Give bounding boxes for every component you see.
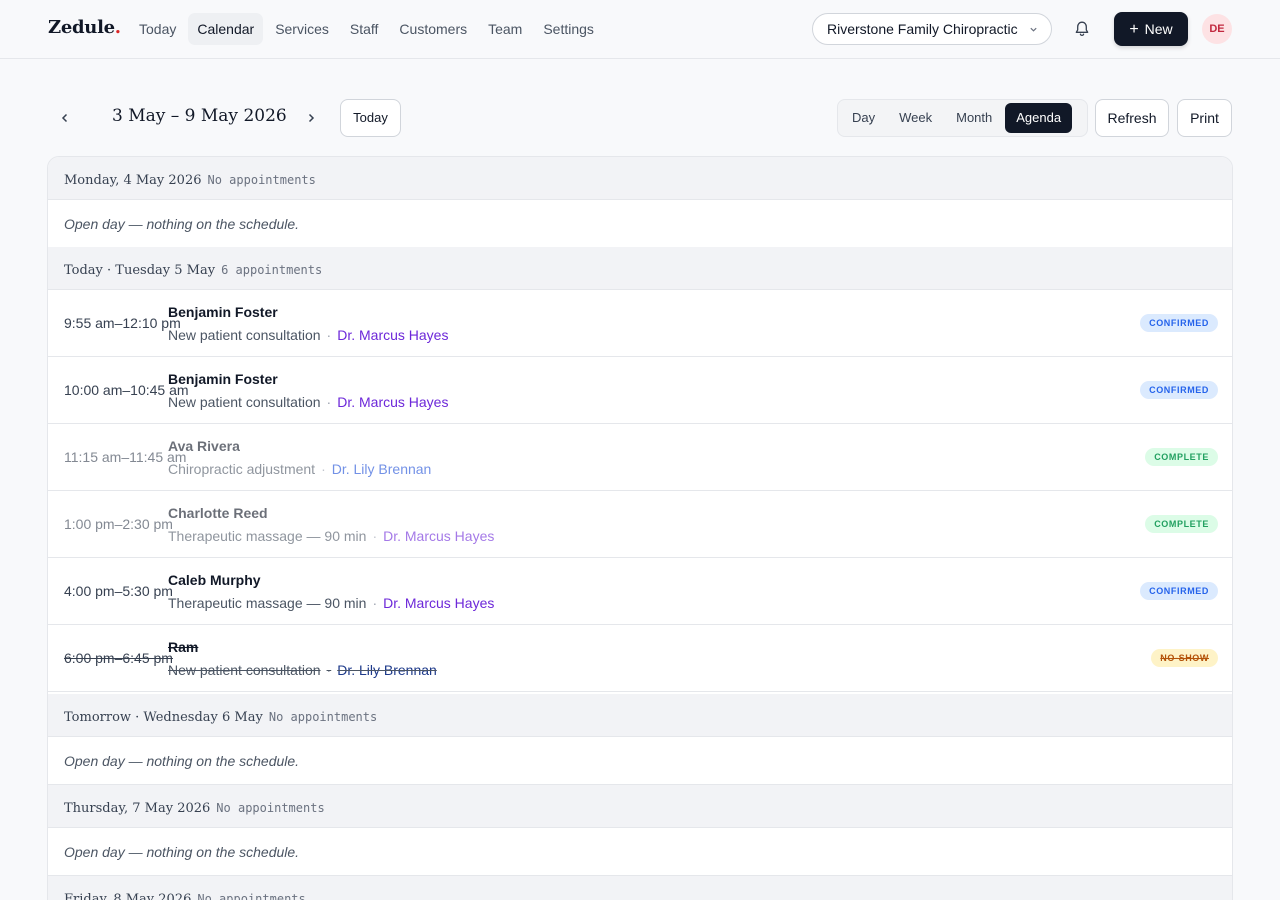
service-line: New patient consultation · Dr. Marcus Haye… [168, 394, 448, 410]
business-name: Riverstone Family Chiropractic [827, 21, 1018, 37]
top-navigation: Zedule. Today Calendar Services Staff Cu… [0, 0, 1280, 59]
staff-name: Dr. Marcus Hayes [337, 394, 449, 410]
appointment-time: 6:00 pm–6:45 pm [64, 650, 173, 666]
agenda-list: Monday, 4 May 2026 No appointments Open d… [47, 156, 1233, 900]
service-name: Therapeutic massage — 90 min [168, 595, 367, 611]
status-badge: CONFIRMED [1140, 314, 1218, 332]
day-title: Thursday, 7 May 2026 [64, 801, 211, 816]
service-line: New patient consultation · Dr. Lily Brenna… [168, 662, 437, 678]
staff-name: Dr. Marcus Hayes [383, 595, 495, 611]
refresh-button[interactable]: Refresh [1095, 99, 1169, 137]
customer-name: Benjamin Foster [168, 304, 278, 320]
service-name: Therapeutic massage — 90 min [168, 528, 367, 544]
staff-name: Dr. Marcus Hayes [383, 528, 495, 544]
status-badge: COMPLETE [1145, 448, 1218, 466]
status-badge: CONFIRMED [1140, 381, 1218, 399]
nav-services[interactable]: Services [266, 13, 338, 45]
appointment-time: 1:00 pm–2:30 pm [64, 516, 173, 532]
chevron-left-icon [61, 113, 68, 122]
staff-name: Dr. Marcus Hayes [337, 327, 449, 343]
nav-settings[interactable]: Settings [534, 13, 603, 45]
service-name: New patient consultation [168, 662, 321, 678]
appointment-row[interactable]: 10:00 am–10:45 am Benjamin Foster New pa… [48, 357, 1232, 424]
app-logo[interactable]: Zedule. [48, 17, 121, 38]
new-button[interactable]: + New [1114, 12, 1188, 46]
customer-name: Benjamin Foster [168, 371, 278, 387]
appointment-row[interactable]: 4:00 pm–5:30 pm Caleb Murphy Therapeutic… [48, 558, 1232, 625]
day-count: No appointments [207, 173, 316, 187]
service-name: Chiropractic adjustment [168, 461, 316, 477]
status-badge: NO-SHOW [1151, 649, 1218, 667]
nav-customers[interactable]: Customers [390, 13, 476, 45]
day-header: Today · Tuesday 5 May 6 appointments [48, 247, 1232, 290]
nav-team[interactable]: Team [479, 13, 531, 45]
empty-day-message: Open day — nothing on the schedule. [48, 200, 1232, 248]
business-selector[interactable]: Riverstone Family Chiropractic [812, 13, 1052, 45]
appointment-time: 10:00 am–10:45 am [64, 382, 189, 398]
nav-today[interactable]: Today [130, 13, 185, 45]
day-count: No appointments [268, 710, 378, 724]
appointment-row[interactable]: 11:15 am–11:45 am Ava Rivera Chiropracti… [48, 424, 1232, 491]
service-line: New patient consultation · Dr. Marcus Haye… [168, 327, 448, 343]
customer-name: Charlotte Reed [168, 505, 268, 521]
appointment-time: 4:00 pm–5:30 pm [64, 583, 173, 599]
prev-week-button[interactable] [48, 101, 82, 135]
new-button-label: New [1144, 21, 1173, 37]
empty-day-message: Open day — nothing on the schedule. [48, 828, 1232, 876]
separator: · [326, 394, 332, 410]
staff-name: Dr. Lily Brennan [337, 662, 437, 678]
day-header: Thursday, 7 May 2026 No appointments [48, 785, 1232, 828]
day-count: No appointments [197, 892, 306, 900]
nav-calendar[interactable]: Calendar [188, 13, 264, 45]
customer-name: Ava Rivera [168, 438, 240, 454]
day-title: Today · Tuesday 5 May [64, 263, 216, 278]
view-month[interactable]: Month [945, 103, 1003, 133]
separator: · [326, 662, 332, 678]
avatar[interactable]: DE [1202, 14, 1232, 44]
day-title: Monday, 4 May 2026 [64, 173, 202, 188]
day-title: Tomorrow · Wednesday 6 May [64, 710, 263, 725]
day-count: No appointments [216, 801, 325, 815]
separator: · [372, 528, 378, 544]
customer-name: Ram [168, 639, 199, 655]
view-day[interactable]: Day [841, 103, 886, 133]
chevron-right-icon [308, 113, 315, 122]
nav-staff[interactable]: Staff [341, 13, 388, 45]
service-name: New patient consultation [168, 327, 321, 343]
date-range-title: 3 May – 9 May 2026 [112, 106, 287, 126]
status-badge: COMPLETE [1145, 515, 1218, 533]
separator: · [372, 595, 378, 611]
view-agenda[interactable]: Agenda [1005, 103, 1073, 133]
bell-icon[interactable] [1072, 19, 1092, 39]
service-line: Therapeutic massage — 90 min · Dr. Marcus … [168, 595, 494, 611]
service-line: Therapeutic massage — 90 min · Dr. Marcus … [168, 528, 494, 544]
separator: · [326, 327, 332, 343]
day-count: 6 appointments [221, 263, 323, 277]
chevron-down-icon [1029, 14, 1038, 44]
appointment-row[interactable]: 6:00 pm–6:45 pm Ram New patient consulta… [48, 625, 1232, 692]
next-week-button[interactable] [294, 101, 328, 135]
day-title: Friday, 8 May 2026 [64, 892, 192, 900]
view-week[interactable]: Week [888, 103, 943, 133]
day-header: Tomorrow · Wednesday 6 May No appointment… [48, 694, 1232, 737]
appointment-row[interactable]: 1:00 pm–2:30 pm Charlotte Reed Therapeut… [48, 491, 1232, 558]
day-header: Monday, 4 May 2026 No appointments [48, 157, 1232, 200]
service-line: Chiropractic adjustment · Dr. Lily Brennan [168, 461, 431, 477]
appointment-time: 9:55 am–12:10 pm [64, 315, 181, 331]
plus-icon: + [1129, 21, 1139, 38]
customer-name: Caleb Murphy [168, 572, 261, 588]
appointment-time: 11:15 am–11:45 am [64, 449, 187, 465]
day-header: Friday, 8 May 2026 No appointments [48, 876, 1232, 900]
today-button[interactable]: Today [340, 99, 401, 137]
staff-name: Dr. Lily Brennan [331, 461, 432, 477]
empty-day-message: Open day — nothing on the schedule. [48, 737, 1232, 785]
view-switcher: Day Week Month Agenda [837, 99, 1088, 137]
service-name: New patient consultation [168, 394, 321, 410]
print-button[interactable]: Print [1177, 99, 1232, 137]
appointment-row[interactable]: 9:55 am–12:10 pm Benjamin Foster New pat… [48, 290, 1232, 357]
main-nav: Today Calendar Services Staff Customers … [130, 13, 606, 45]
status-badge: CONFIRMED [1140, 582, 1218, 600]
separator: · [321, 461, 326, 477]
